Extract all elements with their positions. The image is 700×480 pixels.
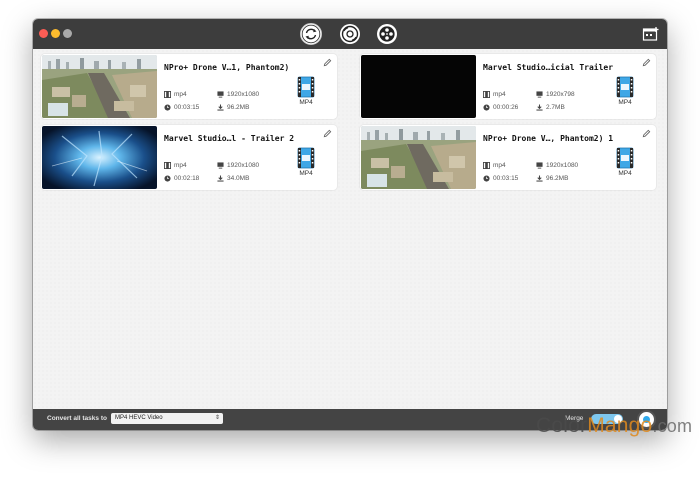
video-resolution: 1920x1080	[217, 162, 259, 169]
video-file-size: 96.2MB	[217, 104, 249, 111]
video-task-card[interactable]: NPro+ Drone V…1, Phantom2) mp4 1920x1080…	[41, 54, 337, 119]
video-format: mp4	[164, 91, 187, 98]
add-video-icon[interactable]	[642, 25, 660, 43]
screenshot-stage: NPro+ Drone V…1, Phantom2) mp4 1920x1080…	[0, 0, 700, 480]
convert-all-format-select[interactable]: MP4 HEVC Video ⇕	[111, 413, 223, 424]
video-resolution: 1920x798	[536, 91, 575, 98]
edit-pencil-icon[interactable]	[642, 58, 651, 67]
video-title: Marvel Studio…icial Trailer	[483, 63, 614, 72]
video-format: mp4	[483, 91, 506, 98]
output-format-button[interactable]: MP4	[295, 76, 317, 106]
task-list: NPro+ Drone V…1, Phantom2) mp4 1920x1080…	[33, 49, 667, 409]
video-resolution: 1920x1080	[536, 162, 578, 169]
output-format-button[interactable]: MP4	[614, 147, 636, 177]
output-format-label: MP4	[618, 99, 632, 106]
video-thumbnail[interactable]	[361, 55, 476, 118]
convert-all-label: Convert all tasks to	[47, 415, 107, 422]
video-duration: 00:03:15	[483, 175, 518, 182]
edit-pencil-icon[interactable]	[323, 58, 332, 67]
film-icon	[483, 162, 490, 169]
video-format: mp4	[164, 162, 187, 169]
video-duration: 00:00:26	[483, 104, 518, 111]
clock-icon	[483, 175, 490, 182]
download-icon	[536, 104, 543, 111]
output-format-label: MP4	[618, 170, 632, 177]
video-thumbnail[interactable]	[42, 55, 157, 118]
close-window-button[interactable]	[39, 29, 48, 38]
dvd-disc-icon	[340, 24, 360, 44]
edit-pencil-icon[interactable]	[323, 129, 332, 138]
monitor-icon	[536, 91, 543, 98]
video-file-size: 2.7MB	[536, 104, 565, 111]
output-format-label: MP4	[299, 99, 313, 106]
monitor-icon	[217, 91, 224, 98]
video-thumbnail[interactable]	[42, 126, 157, 189]
video-duration: 00:02:18	[164, 175, 199, 182]
video-format: mp4	[483, 162, 506, 169]
app-window: NPro+ Drone V…1, Phantom2) mp4 1920x1080…	[33, 19, 667, 430]
download-icon	[536, 175, 543, 182]
video-duration: 00:03:15	[164, 104, 199, 111]
watermark: ColorMango.com	[536, 414, 693, 437]
minimize-window-button[interactable]	[51, 29, 60, 38]
mp4-file-icon	[616, 76, 634, 98]
video-title: Marvel Studio…l - Trailer 2	[164, 134, 295, 143]
media-mode-button[interactable]	[375, 22, 399, 46]
film-icon	[164, 91, 171, 98]
download-icon	[217, 175, 224, 182]
mp4-file-icon	[297, 147, 315, 169]
video-file-size: 96.2MB	[536, 175, 568, 182]
convert-icon	[300, 23, 322, 45]
clock-icon	[164, 104, 171, 111]
download-icon	[217, 104, 224, 111]
mp4-file-icon	[297, 76, 315, 98]
output-format-button[interactable]: MP4	[614, 76, 636, 106]
title-bar	[33, 19, 667, 49]
zoom-window-button[interactable]	[63, 29, 72, 38]
convert-all-format-value: MP4 HEVC Video	[115, 415, 163, 421]
monitor-icon	[217, 162, 224, 169]
edit-pencil-icon[interactable]	[642, 129, 651, 138]
video-task-card[interactable]: NPro+ Drone V…, Phantom2) 1 mp4 1920x108…	[360, 125, 656, 190]
video-task-card[interactable]: Marvel Studio…icial Trailer mp4 1920x798…	[360, 54, 656, 119]
video-task-card[interactable]: Marvel Studio…l - Trailer 2 mp4 1920x108…	[41, 125, 337, 190]
video-title: NPro+ Drone V…1, Phantom2)	[164, 63, 290, 72]
convert-mode-button[interactable]	[299, 22, 323, 46]
select-arrows-icon: ⇕	[214, 415, 220, 421]
video-file-size: 34.0MB	[217, 175, 249, 182]
video-title: NPro+ Drone V…, Phantom2) 1	[483, 134, 614, 143]
mp4-file-icon	[616, 147, 634, 169]
output-format-button[interactable]: MP4	[295, 147, 317, 177]
video-resolution: 1920x1080	[217, 91, 259, 98]
film-reel-icon	[377, 24, 397, 44]
output-format-label: MP4	[299, 170, 313, 177]
film-icon	[164, 162, 171, 169]
clock-icon	[164, 175, 171, 182]
film-icon	[483, 91, 490, 98]
monitor-icon	[536, 162, 543, 169]
clock-icon	[483, 104, 490, 111]
video-thumbnail[interactable]	[361, 126, 476, 189]
dvd-mode-button[interactable]	[338, 22, 362, 46]
